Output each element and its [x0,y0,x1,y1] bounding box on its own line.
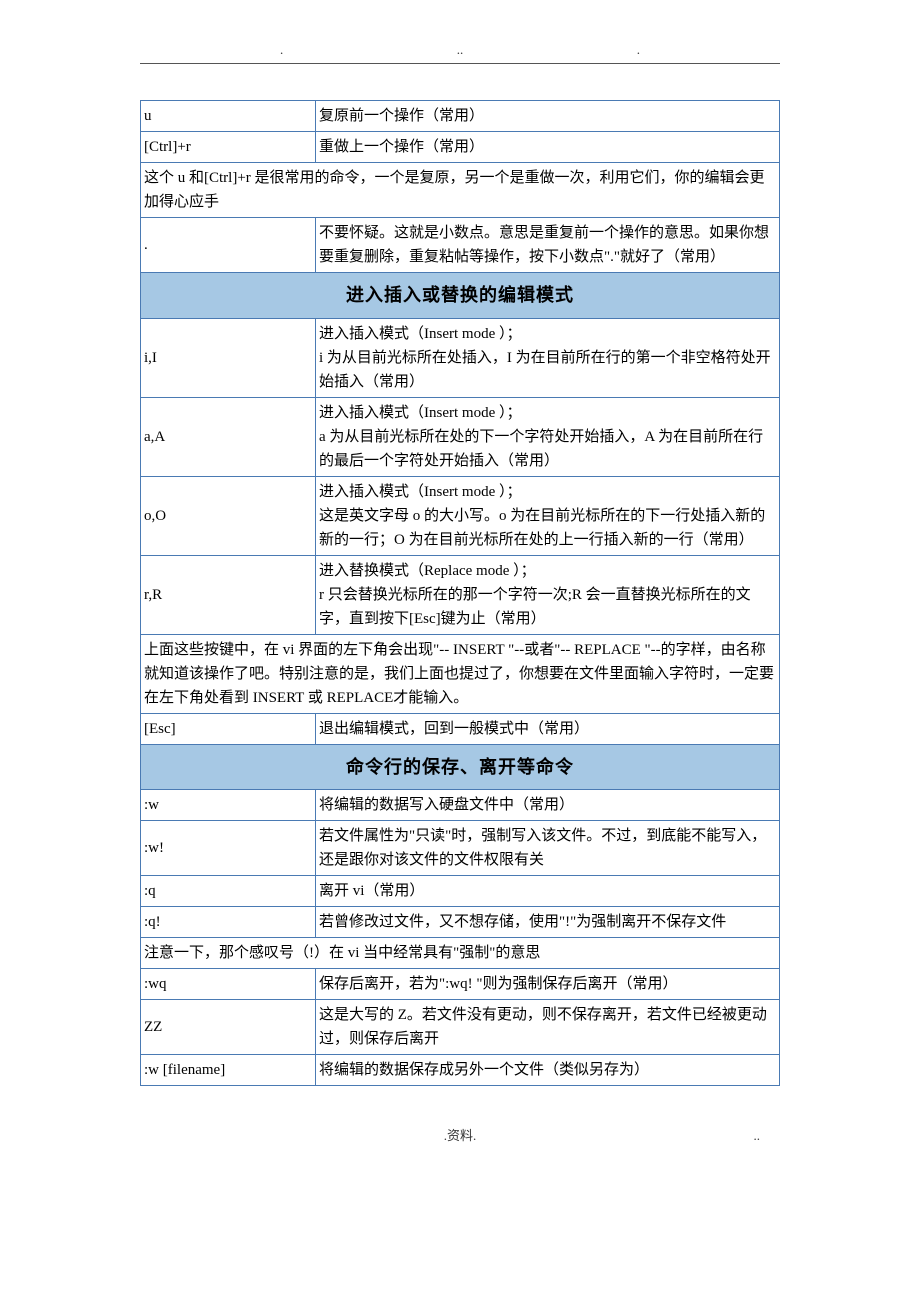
table-row: u 复原前一个操作（常用） [141,100,780,131]
header-dot-right: . [637,40,640,63]
desc-cell: 保存后离开，若为":wq! "则为强制保存后离开（常用） [316,969,780,1000]
key-cell: o,O [141,476,316,555]
table-note-row: 上面这些按键中，在 vi 界面的左下角会出现"-- INSERT "--或者"-… [141,634,780,713]
table-row: [Esc] 退出编辑模式，回到一般模式中（常用） [141,713,780,744]
table-row: o,O 进入插入模式（Insert mode ）； 这是英文字母 o 的大小写。… [141,476,780,555]
command-table: u 复原前一个操作（常用） [Ctrl]+r 重做上一个操作（常用） 这个 u … [140,100,780,1087]
key-cell: a,A [141,397,316,476]
table-row: ZZ 这是大写的 Z。若文件没有更动，则不保存离开，若文件已经被更动过，则保存后… [141,1000,780,1055]
key-cell: . [141,217,316,272]
desc-cell: 重做上一个操作（常用） [316,131,780,162]
page-footer: .资料. .. [0,1126,920,1147]
table-row: :q 离开 vi（常用） [141,876,780,907]
note-cell: 上面这些按键中，在 vi 界面的左下角会出现"-- INSERT "--或者"-… [141,634,780,713]
table-row: a,A 进入插入模式（Insert mode ）； a 为从目前光标所在处的下一… [141,397,780,476]
key-cell: [Esc] [141,713,316,744]
table-row: :w 将编辑的数据写入硬盘文件中（常用） [141,790,780,821]
note-cell: 这个 u 和[Ctrl]+r 是很常用的命令，一个是复原，另一个是重做一次，利用… [141,162,780,217]
desc-cell: 进入替换模式（Replace mode ）； r 只会替换光标所在的那一个字符一… [316,555,780,634]
section-header-row: 命令行的保存、离开等命令 [141,744,780,790]
footer-center: .资料. [444,1128,477,1143]
table-note-row: 注意一下，那个感叹号（!）在 vi 当中经常具有"强制"的意思 [141,938,780,969]
page-header-rule: . .. . [140,40,780,64]
section-header: 命令行的保存、离开等命令 [141,744,780,790]
table-row: :w [filename] 将编辑的数据保存成另外一个文件（类似另存为） [141,1055,780,1086]
key-cell: :q! [141,907,316,938]
header-dot-left: . [280,40,283,63]
table-row: r,R 进入替换模式（Replace mode ）； r 只会替换光标所在的那一… [141,555,780,634]
key-cell: [Ctrl]+r [141,131,316,162]
desc-cell: 将编辑的数据保存成另外一个文件（类似另存为） [316,1055,780,1086]
table-note-row: 这个 u 和[Ctrl]+r 是很常用的命令，一个是复原，另一个是重做一次，利用… [141,162,780,217]
key-cell: :w [filename] [141,1055,316,1086]
desc-cell: 进入插入模式（Insert mode ）； a 为从目前光标所在处的下一个字符处… [316,397,780,476]
key-cell: ZZ [141,1000,316,1055]
key-cell: :w! [141,821,316,876]
section-header: 进入插入或替换的编辑模式 [141,272,780,318]
footer-right: .. [754,1126,761,1147]
table-row: :w! 若文件属性为"只读"时，强制写入该文件。不过，到底能不能写入，还是跟你对… [141,821,780,876]
key-cell: u [141,100,316,131]
table-row: i,I 进入插入模式（Insert mode ）； i 为从目前光标所在处插入，… [141,318,780,397]
note-cell: 注意一下，那个感叹号（!）在 vi 当中经常具有"强制"的意思 [141,938,780,969]
key-cell: :w [141,790,316,821]
header-dot-mid: .. [457,40,464,63]
key-cell: i,I [141,318,316,397]
page-container: . .. . u 复原前一个操作（常用） [Ctrl]+r 重做上一个操作（常用… [0,0,920,1177]
table-row: [Ctrl]+r 重做上一个操作（常用） [141,131,780,162]
table-row: :wq 保存后离开，若为":wq! "则为强制保存后离开（常用） [141,969,780,1000]
table-row: . 不要怀疑。这就是小数点。意思是重复前一个操作的意思。如果你想要重复删除，重复… [141,217,780,272]
desc-cell: 不要怀疑。这就是小数点。意思是重复前一个操作的意思。如果你想要重复删除，重复粘帖… [316,217,780,272]
desc-cell: 若曾修改过文件，又不想存储，使用"!"为强制离开不保存文件 [316,907,780,938]
desc-cell: 进入插入模式（Insert mode ）； 这是英文字母 o 的大小写。o 为在… [316,476,780,555]
section-header-row: 进入插入或替换的编辑模式 [141,272,780,318]
key-cell: :q [141,876,316,907]
desc-cell: 退出编辑模式，回到一般模式中（常用） [316,713,780,744]
desc-cell: 这是大写的 Z。若文件没有更动，则不保存离开，若文件已经被更动过，则保存后离开 [316,1000,780,1055]
desc-cell: 将编辑的数据写入硬盘文件中（常用） [316,790,780,821]
key-cell: :wq [141,969,316,1000]
desc-cell: 离开 vi（常用） [316,876,780,907]
desc-cell: 复原前一个操作（常用） [316,100,780,131]
desc-cell: 进入插入模式（Insert mode ）； i 为从目前光标所在处插入，I 为在… [316,318,780,397]
key-cell: r,R [141,555,316,634]
desc-cell: 若文件属性为"只读"时，强制写入该文件。不过，到底能不能写入，还是跟你对该文件的… [316,821,780,876]
table-row: :q! 若曾修改过文件，又不想存储，使用"!"为强制离开不保存文件 [141,907,780,938]
